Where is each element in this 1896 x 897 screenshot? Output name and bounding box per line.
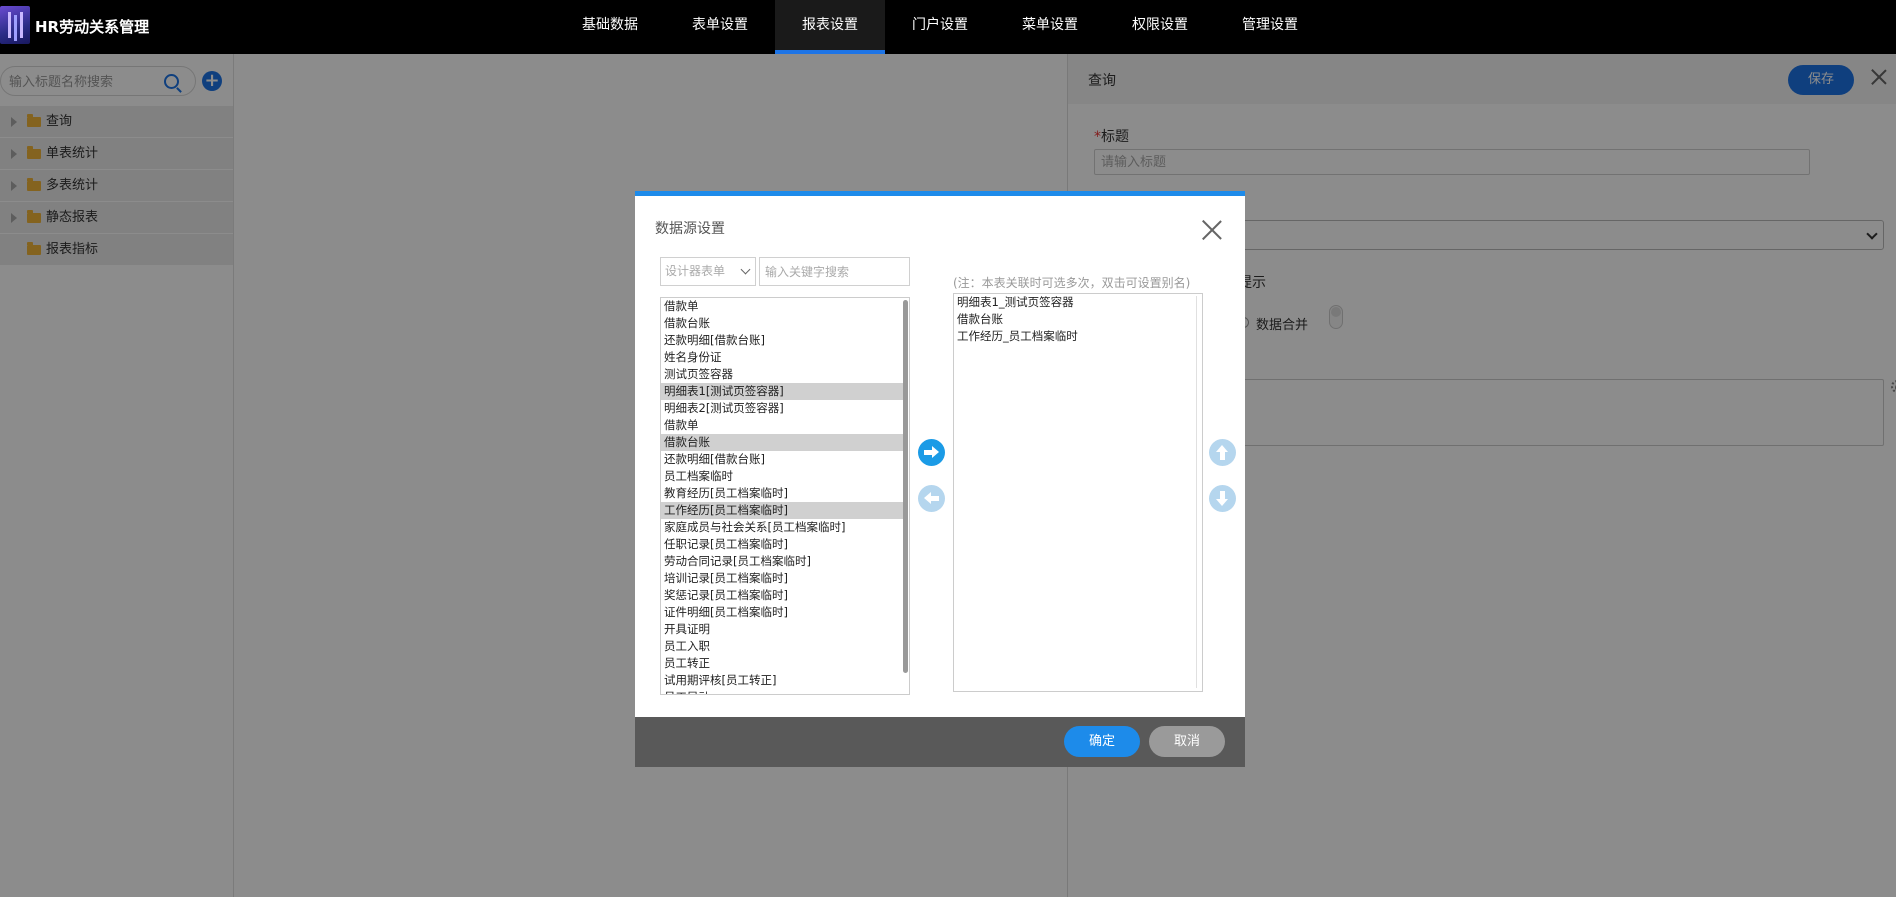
arrow-up-icon[interactable] — [1209, 439, 1236, 466]
source-list-item[interactable]: 员工异动 — [661, 689, 904, 694]
source-list-item[interactable]: 任职记录[员工档案临时] — [661, 536, 904, 553]
source-list-item[interactable]: 测试页签容器 — [661, 366, 904, 383]
datasource-modal: 数据源设置 设计器表单 借款单借款台账还款明细[借款台账]姓名身份证测试页签容器… — [635, 191, 1245, 767]
arrow-right-icon[interactable] — [918, 439, 945, 466]
source-list-item[interactable]: 奖惩记录[员工档案临时] — [661, 587, 904, 604]
modal-title: 数据源设置 — [655, 221, 725, 237]
keyword-search-input[interactable] — [759, 257, 910, 286]
confirm-button[interactable]: 确定 — [1064, 726, 1140, 757]
source-list-item[interactable]: 还款明细[借款台账] — [661, 451, 904, 468]
nav-tab[interactable]: 菜单设置 — [995, 0, 1105, 54]
source-type-select[interactable]: 设计器表单 — [660, 257, 756, 286]
source-list-item[interactable]: 员工转正 — [661, 655, 904, 672]
source-list-item[interactable]: 明细表1[测试页签容器] — [661, 383, 904, 400]
source-list-item[interactable]: 明细表2[测试页签容器] — [661, 400, 904, 417]
top-bar: HR劳动关系管理 基础数据 表单设置 报表设置 门户设置 菜单设置 权限设置 管理设置 — [0, 0, 1896, 54]
source-list-item[interactable]: 家庭成员与社会关系[员工档案临时] — [661, 519, 904, 536]
source-list-item[interactable]: 证件明细[员工档案临时] — [661, 604, 904, 621]
source-list-item[interactable]: 劳动合同记录[员工档案临时] — [661, 553, 904, 570]
selection-note: (注：本表关联时可选多次，双击可设置别名) — [953, 276, 1191, 290]
selected-list-item[interactable]: 明细表1_测试页签容器 — [954, 294, 1202, 311]
main-nav: 基础数据 表单设置 报表设置 门户设置 菜单设置 权限设置 管理设置 — [555, 0, 1325, 54]
arrow-down-icon[interactable] — [1209, 485, 1236, 512]
source-list-item[interactable]: 工作经历[员工档案临时] — [661, 502, 904, 519]
source-list-item[interactable]: 教育经历[员工档案临时] — [661, 485, 904, 502]
nav-tab[interactable]: 门户设置 — [885, 0, 995, 54]
arrow-left-icon[interactable] — [918, 485, 945, 512]
source-list-item[interactable]: 试用期评核[员工转正] — [661, 672, 904, 689]
source-list-item[interactable]: 借款单 — [661, 298, 904, 315]
nav-tab[interactable]: 基础数据 — [555, 0, 665, 54]
cancel-button[interactable]: 取消 — [1149, 726, 1225, 757]
selected-list[interactable]: 明细表1_测试页签容器 借款台账 工作经历_员工档案临时 — [953, 293, 1203, 692]
source-list-item[interactable]: 借款台账 — [661, 315, 904, 332]
app-logo — [0, 6, 30, 44]
source-list-item[interactable]: 还款明细[借款台账] — [661, 332, 904, 349]
source-list-item[interactable]: 借款台账 — [661, 434, 904, 451]
source-list-item[interactable]: 培训记录[员工档案临时] — [661, 570, 904, 587]
nav-tab[interactable]: 管理设置 — [1215, 0, 1325, 54]
source-list-scrollbar[interactable] — [903, 300, 908, 673]
close-icon[interactable] — [1201, 219, 1223, 241]
selected-list-item[interactable]: 工作经历_员工档案临时 — [954, 328, 1202, 345]
nav-tab[interactable]: 权限设置 — [1105, 0, 1215, 54]
source-list-item[interactable]: 姓名身份证 — [661, 349, 904, 366]
source-list-item[interactable]: 员工入职 — [661, 638, 904, 655]
modal-footer: 确定 取消 — [635, 717, 1245, 767]
nav-tab[interactable]: 表单设置 — [665, 0, 775, 54]
source-list-item[interactable]: 借款单 — [661, 417, 904, 434]
selected-list-item[interactable]: 借款台账 — [954, 311, 1202, 328]
app-title: HR劳动关系管理 — [35, 18, 150, 36]
source-list-item[interactable]: 员工档案临时 — [661, 468, 904, 485]
nav-tab[interactable]: 报表设置 — [775, 0, 885, 54]
source-list[interactable]: 借款单 借款台账 还款明细[借款台账] 姓名身份证 测试页签容器 明细表1[测试页签容器]… — [660, 297, 910, 695]
source-list-item[interactable]: 开具证明 — [661, 621, 904, 638]
